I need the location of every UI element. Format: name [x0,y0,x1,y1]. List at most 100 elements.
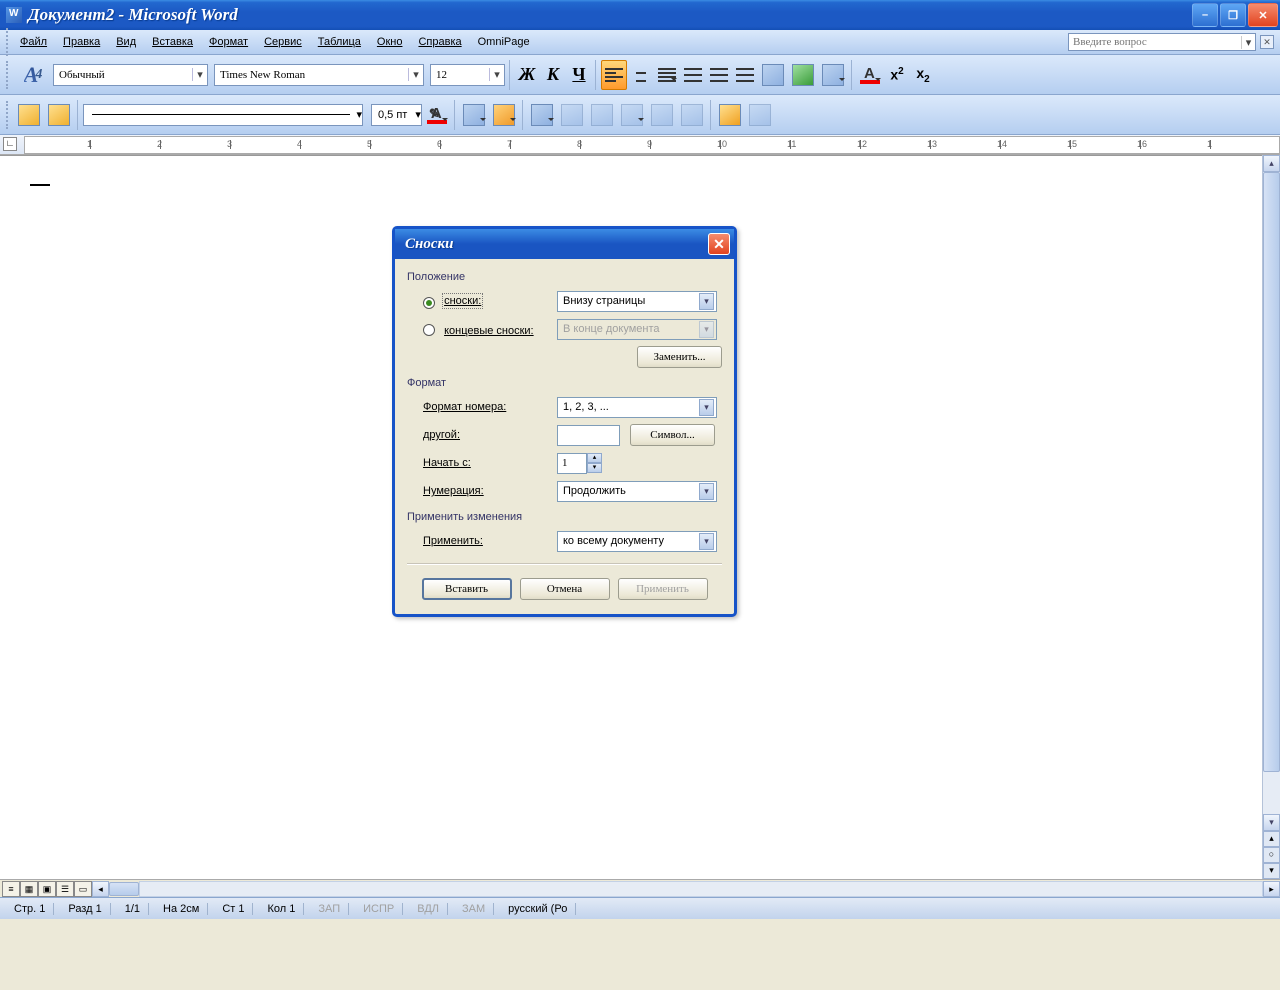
decrease-indent-button[interactable] [733,60,757,90]
menu-service[interactable]: Сервис [257,33,309,51]
dropdown-icon[interactable]: ▾ [415,108,421,121]
status-page[interactable]: Стр. 1 [6,903,54,915]
status-rec[interactable]: ЗАП [310,903,349,915]
cancel-button[interactable]: Отмена [520,578,610,600]
scroll-down-button[interactable]: ▾ [1263,814,1280,831]
styles-button[interactable]: A 4 [15,60,51,90]
dropdown-icon[interactable]: ▾ [192,68,207,81]
dropdown-icon[interactable]: ▾ [699,483,714,500]
dialog-close-button[interactable]: ✕ [708,233,730,255]
bulleted-list-button[interactable] [707,60,731,90]
border-color-button[interactable]: ✎ [424,100,450,130]
style-combo[interactable]: Обычный ▾ [53,64,208,86]
shading-color-button[interactable] [490,100,518,130]
superscript-button[interactable]: x2 [885,60,909,90]
status-trk[interactable]: ИСПР [355,903,403,915]
status-language[interactable]: русский (Ро [500,903,576,915]
outside-border-button[interactable] [460,100,488,130]
status-column[interactable]: Кол 1 [259,903,304,915]
normal-view-button[interactable]: ≡ [2,881,20,897]
dropdown-icon[interactable]: ▾ [408,68,423,81]
split-cells-button[interactable] [588,100,616,130]
align-center-button[interactable] [629,60,653,90]
align-cells-button[interactable] [618,100,646,130]
menu-view[interactable]: Вид [109,33,143,51]
next-page-button[interactable]: ▾ [1263,863,1280,879]
font-combo[interactable]: Times New Roman ▾ [214,64,424,86]
status-ovr[interactable]: ЗАМ [454,903,494,915]
scroll-left-button[interactable]: ◂ [92,881,109,897]
borders-button[interactable] [819,60,847,90]
dropdown-icon[interactable]: ▾ [699,293,714,310]
autoformat-button[interactable] [716,100,744,130]
line-spacing-button[interactable] [655,60,679,90]
help-search-input[interactable] [1069,36,1241,48]
scroll-thumb[interactable] [1263,172,1280,772]
distribute-rows-button[interactable] [648,100,676,130]
scroll-right-button[interactable]: ▸ [1263,881,1280,897]
subscript-button[interactable]: x2 [911,60,935,90]
endnotes-radio-label[interactable]: концевые сноски: [444,325,534,337]
web-view-button[interactable]: ▦ [20,881,38,897]
italic-button[interactable]: К [541,60,565,90]
status-pages[interactable]: 1/1 [117,903,149,915]
menu-omnipage[interactable]: OmniPage [471,33,537,51]
tab-selector[interactable]: ∟ [3,137,17,151]
apply-to-select[interactable]: ко всему документу ▾ [557,531,717,552]
align-left-button[interactable] [601,60,627,90]
eraser-button[interactable] [45,100,73,130]
bold-button[interactable]: Ж [515,60,539,90]
draw-table-button[interactable] [15,100,43,130]
replace-button[interactable]: Заменить... [637,346,722,368]
dropdown-icon[interactable]: ▾ [699,399,714,416]
vertical-scrollbar[interactable]: ▴ ▾ ▴ ○ ▾ [1262,155,1280,879]
help-search-combo[interactable]: ▾ [1068,33,1256,51]
symbol-button[interactable]: Символ... [630,424,715,446]
h-scroll-thumb[interactable] [109,882,139,896]
font-color-button[interactable] [857,60,883,90]
menu-format[interactable]: Формат [202,33,255,51]
sort-button[interactable] [746,100,774,130]
dropdown-icon[interactable]: ▾ [1241,36,1255,49]
start-at-input[interactable] [557,453,587,474]
dropdown-icon[interactable]: ▾ [356,108,362,121]
menu-file[interactable]: Файл [13,33,54,51]
number-format-select[interactable]: 1, 2, 3, ... ▾ [557,397,717,418]
status-position[interactable]: На 2см [155,903,208,915]
apply-button[interactable]: Применить [618,578,708,600]
status-line[interactable]: Ст 1 [214,903,253,915]
font-size-combo[interactable]: 12 ▾ [430,64,505,86]
footnotes-position-select[interactable]: Внизу страницы ▾ [557,291,717,312]
scroll-up-button[interactable]: ▴ [1263,155,1280,172]
dropdown-icon[interactable]: ▾ [699,533,714,550]
dialog-titlebar[interactable]: Сноски ✕ [395,229,734,259]
menu-window[interactable]: Окно [370,33,410,51]
line-weight-combo[interactable]: 0,5 пт ▾ [371,104,422,126]
dropdown-icon[interactable]: ▾ [489,68,504,81]
minimize-button[interactable]: – [1192,3,1218,27]
reading-view-button[interactable]: ▭ [74,881,92,897]
prev-page-button[interactable]: ▴ [1263,831,1280,847]
numbering-select[interactable]: Продолжить ▾ [557,481,717,502]
outline-view-button[interactable]: ☰ [56,881,74,897]
endnotes-radio[interactable] [423,324,435,336]
menu-edit[interactable]: Правка [56,33,107,51]
horizontal-ruler[interactable]: ∟ 123456789101112131415161 [0,135,1280,155]
close-doc-button[interactable]: ✕ [1260,35,1274,49]
spin-down-button[interactable]: ▾ [587,463,602,473]
menu-help[interactable]: Справка [411,33,468,51]
close-button[interactable]: ✕ [1248,3,1278,27]
toolbar-grip[interactable] [6,101,10,129]
footnotes-radio[interactable] [423,297,435,309]
insert-table-button[interactable] [759,60,787,90]
start-at-spinner[interactable]: ▴ ▾ [557,453,602,474]
h-scroll-track[interactable] [139,881,1263,897]
footnotes-radio-label[interactable]: сноски: [444,295,481,307]
status-section[interactable]: Разд 1 [60,903,110,915]
line-style-combo[interactable]: ▾ [83,104,363,126]
maximize-button[interactable]: ❐ [1220,3,1246,27]
insert-button[interactable]: Вставить [422,578,512,600]
spin-up-button[interactable]: ▴ [587,453,602,463]
insert-table-button-2[interactable] [528,100,556,130]
toolbar-grip[interactable] [6,28,10,56]
